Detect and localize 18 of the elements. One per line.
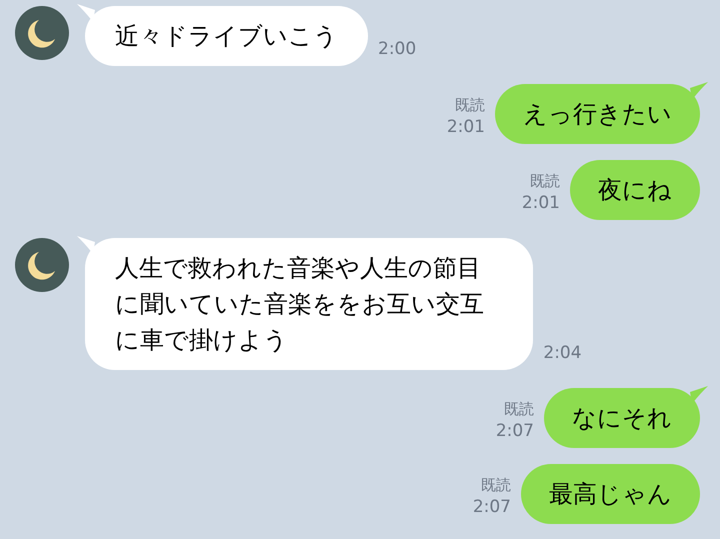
message-bubble: なにそれ — [544, 388, 700, 448]
message-time: 2:01 — [522, 192, 560, 214]
read-receipt: 既読 — [481, 475, 511, 496]
message-time: 2:00 — [378, 38, 416, 60]
message-bubble: 夜にね — [570, 160, 700, 220]
message-time: 2:04 — [543, 342, 582, 364]
read-receipt: 既読 — [530, 171, 560, 192]
message-bubble: 近々ドライブいこう — [85, 6, 368, 66]
avatar-icon — [15, 6, 69, 60]
message-bubble: えっ行きたい — [495, 84, 700, 144]
message-bubble: 最高じゃん — [521, 464, 700, 524]
avatar-icon — [15, 238, 69, 292]
read-receipt: 既読 — [455, 95, 485, 116]
message-time: 2:01 — [446, 116, 485, 138]
read-receipt: 既読 — [504, 399, 534, 420]
message-bubble: 人生で救われた音楽や人生の節目に聞いていた音楽ををお互い交互に車で掛けよう — [85, 238, 534, 370]
message-time: 2:07 — [496, 420, 534, 442]
message-time: 2:07 — [472, 496, 511, 518]
